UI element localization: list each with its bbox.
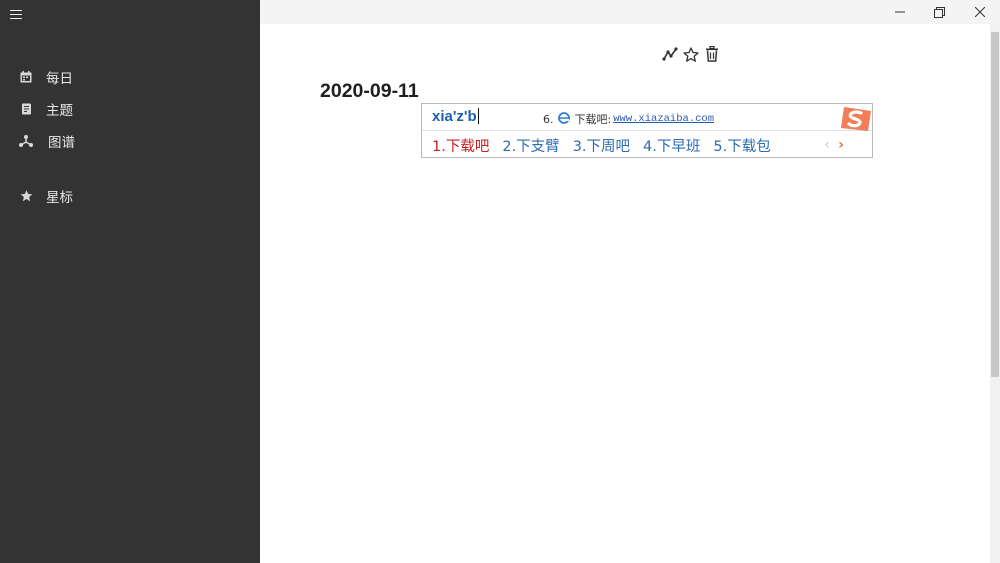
- ime-composition-row: xia'z'b 6. 下载吧: www.xiazaiba.com: [422, 104, 872, 131]
- sidebar-item-label: 每日: [46, 71, 73, 87]
- text-caret: [477, 108, 479, 124]
- ime-page-arrows: ‹ ›: [820, 137, 848, 153]
- minimize-icon[interactable]: [880, 0, 920, 24]
- ime-candidate-4[interactable]: 4.下早班: [643, 135, 700, 156]
- graph-icon: [18, 133, 34, 149]
- restore-icon[interactable]: [919, 0, 959, 24]
- link-icon[interactable]: [661, 45, 679, 63]
- sidebar-item-starred[interactable]: 星标: [18, 185, 73, 207]
- ime-candidate-2[interactable]: 2.下支臂: [502, 135, 559, 156]
- web-candidate-index: 6.: [543, 112, 554, 126]
- ime-pinyin-text: xia'z'b: [432, 108, 477, 125]
- ime-candidate-list: 1.下载吧 2.下支臂 3.下周吧 4.下早班 5.下载包: [432, 135, 784, 155]
- sidebar: 每日 主题 图谱 星标: [0, 0, 260, 563]
- sidebar-item-label: 星标: [46, 190, 73, 206]
- sidebar-item-topics[interactable]: 主题: [18, 98, 73, 120]
- chevron-left-icon[interactable]: ‹: [820, 137, 834, 153]
- chevron-right-icon[interactable]: ›: [834, 137, 848, 153]
- scrollbar-thumb[interactable]: [991, 32, 999, 377]
- book-icon: [18, 101, 34, 117]
- ime-candidate-5[interactable]: 5.下载包: [713, 135, 770, 156]
- page-title: 2020-09-11: [320, 80, 419, 102]
- star-icon: [18, 188, 34, 204]
- trash-icon[interactable]: [703, 45, 721, 63]
- window-titlebar: [260, 0, 1000, 24]
- close-icon[interactable]: [960, 0, 1000, 24]
- calendar-icon: [18, 69, 34, 85]
- sidebar-item-label: 图谱: [48, 135, 75, 151]
- ime-pinyin-input: xia'z'b: [432, 108, 479, 125]
- sidebar-item-label: 主题: [46, 103, 73, 119]
- ime-candidate-1[interactable]: 1.下载吧: [432, 135, 489, 156]
- web-candidate-url[interactable]: www.xiazaiba.com: [613, 113, 714, 125]
- ime-web-candidate[interactable]: 6. 下载吧: www.xiazaiba.com: [543, 111, 714, 127]
- ie-browser-icon: [557, 111, 570, 127]
- sidebar-item-daily[interactable]: 每日: [18, 66, 73, 88]
- star-outline-icon[interactable]: [682, 45, 700, 63]
- hamburger-icon[interactable]: [10, 7, 26, 21]
- vertical-scrollbar[interactable]: [990, 24, 1000, 563]
- sidebar-item-graph[interactable]: 图谱: [18, 130, 75, 152]
- sogou-logo-icon: [840, 104, 873, 138]
- ime-candidate-window: xia'z'b 6. 下载吧: www.xiazaiba.com 1.下载吧 2…: [421, 103, 873, 158]
- ime-candidate-3[interactable]: 3.下周吧: [573, 135, 630, 156]
- web-candidate-label: 下载吧:: [574, 113, 612, 126]
